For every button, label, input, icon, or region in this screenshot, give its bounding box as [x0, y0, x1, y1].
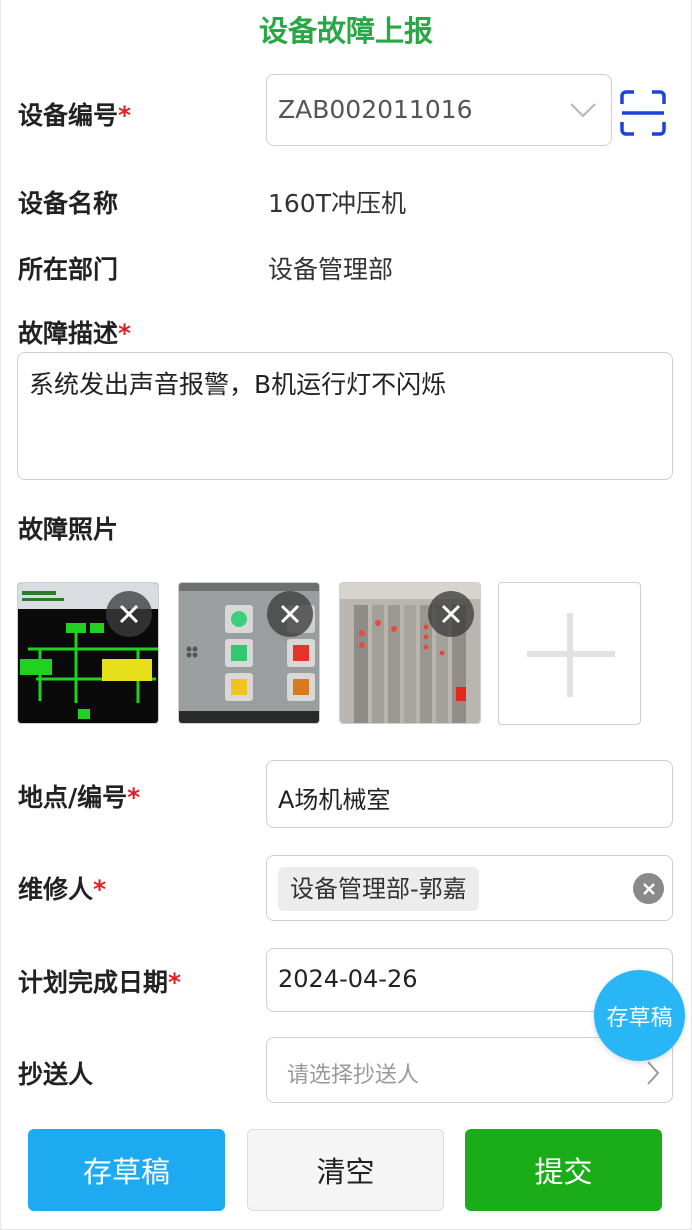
panel-buttons-photo[interactable]: [178, 582, 320, 724]
clear-button[interactable]: 清空: [247, 1129, 444, 1211]
location-label: 地点/编号*: [18, 783, 141, 812]
location-input[interactable]: A场机械室: [266, 760, 673, 828]
delete-photo-button[interactable]: [267, 591, 313, 637]
control-screen-photo[interactable]: [17, 582, 159, 724]
close-icon: [280, 604, 300, 624]
department-label: 所在部门: [18, 255, 119, 284]
save-draft-button[interactable]: 存草稿: [28, 1129, 225, 1211]
page-title: 设备故障上报: [258, 14, 433, 48]
delete-photo-button[interactable]: [106, 591, 152, 637]
close-icon: [642, 882, 655, 895]
cc-placeholder: 请选择抄送人: [287, 1063, 420, 1088]
fault-description-label: 故障描述*: [18, 319, 132, 348]
device-name-label: 设备名称: [18, 189, 119, 218]
floating-save-draft-button[interactable]: 存草稿: [594, 970, 685, 1061]
close-icon: [441, 604, 461, 624]
device-number-value: ZAB002011016: [278, 95, 473, 124]
equipment-rack-photo[interactable]: [339, 582, 481, 724]
submit-button[interactable]: 提交: [465, 1129, 662, 1211]
chevron-down-icon: [570, 103, 596, 118]
clear-repairer-button[interactable]: [633, 873, 664, 904]
delete-photo-button[interactable]: [428, 591, 474, 637]
fault-description-value: 系统发出声音报警，B机运行灯不闪烁: [29, 370, 447, 399]
repairer-select[interactable]: 设备管理部-郭嘉: [266, 855, 673, 921]
add-photo-button[interactable]: [498, 582, 641, 725]
fault-description-textarea[interactable]: 系统发出声音报警，B机运行灯不闪烁: [17, 352, 673, 480]
cc-label: 抄送人: [18, 1060, 94, 1089]
plus-icon: [527, 613, 615, 697]
department-value: 设备管理部: [268, 255, 394, 284]
scan-icon[interactable]: [620, 90, 666, 136]
location-value: A场机械室: [278, 786, 391, 814]
planned-date-label: 计划完成日期*: [18, 968, 182, 997]
planned-date-value: 2024-04-26: [278, 965, 418, 993]
device-number-select[interactable]: ZAB002011016: [266, 74, 612, 146]
device-number-label: 设备编号*: [18, 101, 132, 130]
repairer-label: 维修人*: [18, 875, 107, 904]
close-icon: [119, 604, 139, 624]
chevron-right-icon: [647, 1061, 660, 1085]
repairer-chip: 设备管理部-郭嘉: [278, 867, 479, 911]
device-name-value: 160T冲压机: [268, 189, 406, 218]
fault-photos-label: 故障照片: [18, 515, 119, 544]
